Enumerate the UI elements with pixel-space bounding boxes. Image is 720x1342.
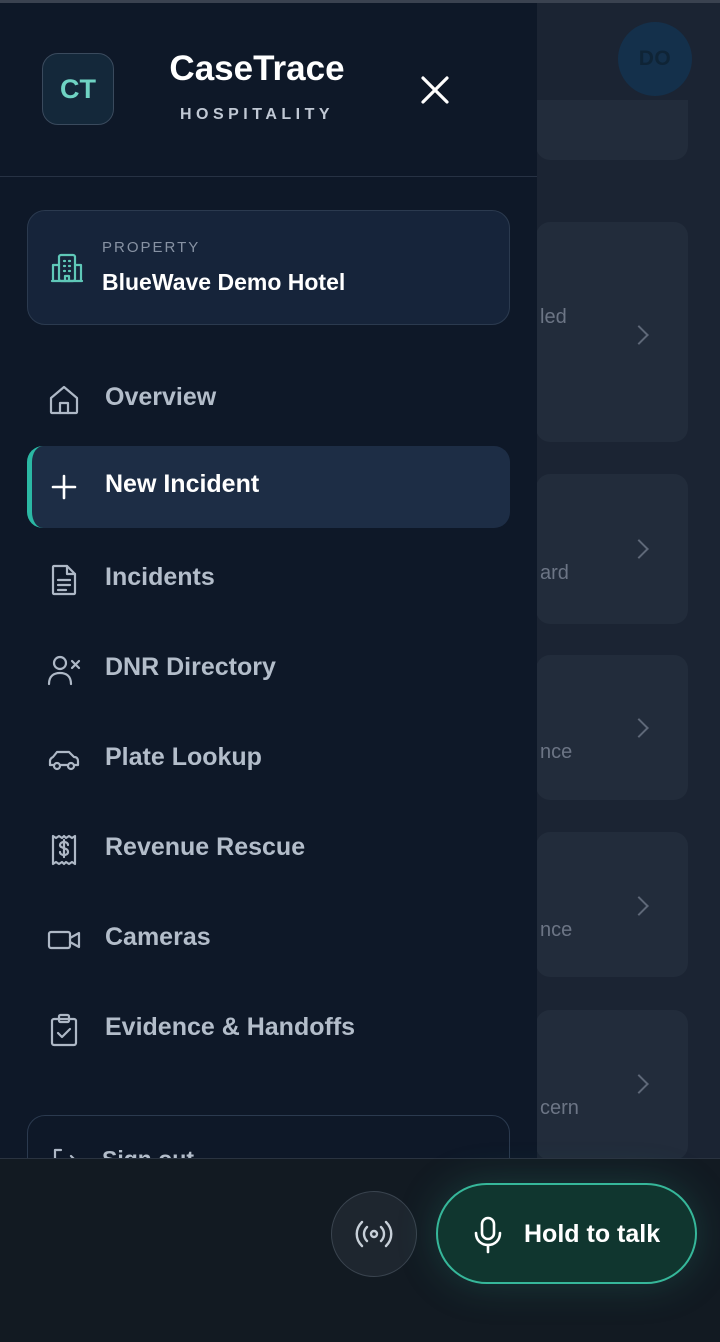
background-card-text: led	[540, 306, 567, 328]
document-icon	[51, 564, 77, 596]
sign-out-icon	[53, 1148, 75, 1158]
nav-item-overview[interactable]: Overview	[27, 359, 510, 441]
hold-to-talk-button[interactable]: Hold to talk	[436, 1183, 697, 1284]
background-card-text: nce	[540, 919, 573, 941]
home-icon	[49, 385, 79, 415]
building-icon	[50, 253, 84, 283]
plus-icon	[51, 474, 77, 500]
clipboard-check-icon	[50, 1013, 78, 1047]
avatar: DO	[618, 22, 692, 96]
voice-bar: Hold to talk	[0, 1158, 720, 1342]
nav-label: Plate Lookup	[105, 743, 262, 771]
nav-label: Overview	[105, 383, 217, 411]
nav-item-new-incident[interactable]: New Incident	[27, 446, 510, 528]
microphone-icon	[474, 1216, 502, 1254]
video-camera-icon	[47, 930, 81, 950]
receipt-dollar-icon	[51, 834, 77, 866]
car-icon	[48, 750, 80, 771]
radio-broadcast-button[interactable]	[331, 1191, 417, 1277]
nav-item-revenue-rescue[interactable]: Revenue Rescue	[27, 809, 510, 891]
talk-label: Hold to talk	[524, 1220, 661, 1248]
background-card: nce	[536, 655, 688, 800]
nav-label: Incidents	[105, 563, 215, 591]
nav-label: Evidence & Handoffs	[105, 1013, 356, 1041]
background-card-text: nce	[540, 741, 573, 763]
sign-out-button[interactable]: Sign out	[27, 1115, 510, 1158]
nav-item-incidents[interactable]: Incidents	[27, 539, 510, 621]
chevron-right-icon	[629, 896, 649, 916]
chevron-right-icon	[629, 325, 649, 345]
nav-label: Cameras	[105, 923, 211, 951]
chevron-right-icon	[629, 539, 649, 559]
nav-label: DNR Directory	[105, 653, 276, 681]
chevron-right-icon	[629, 718, 649, 738]
nav-item-evidence-handoffs[interactable]: Evidence & Handoffs	[27, 989, 510, 1071]
sign-out-label: Sign out	[102, 1146, 194, 1158]
property-selector[interactable]: PROPERTY BlueWave Demo Hotel	[27, 210, 510, 325]
background-card: nce	[536, 832, 688, 977]
brand-title: CaseTrace	[169, 49, 345, 88]
background-card-text: ard	[540, 562, 569, 584]
user-x-icon	[47, 655, 81, 686]
property-name: BlueWave Demo Hotel	[102, 269, 346, 295]
nav-item-plate-lookup[interactable]: Plate Lookup	[27, 719, 510, 801]
broadcast-icon	[355, 1220, 393, 1248]
nav-label: New Incident	[105, 470, 260, 498]
brand-subtitle: HOSPITALITY	[179, 106, 335, 123]
chevron-right-icon	[629, 1074, 649, 1094]
background-card: cern	[536, 1010, 688, 1160]
background-card	[536, 100, 688, 160]
close-drawer-button[interactable]	[410, 65, 460, 115]
background-card-text: cern	[540, 1097, 579, 1119]
navigation-drawer: CT CaseTrace HOSPITALITY PROPERTY BlueWa…	[0, 3, 537, 1158]
background-card: ard	[536, 474, 688, 624]
nav-label: Revenue Rescue	[105, 833, 306, 861]
drawer-header: CT CaseTrace HOSPITALITY	[0, 3, 537, 177]
nav-item-cameras[interactable]: Cameras	[27, 899, 510, 981]
property-label: PROPERTY	[102, 239, 201, 256]
background-card: led	[536, 222, 688, 442]
nav-item-dnr-directory[interactable]: DNR Directory	[27, 629, 510, 711]
app-logo: CT	[42, 53, 114, 125]
close-icon	[421, 76, 449, 104]
